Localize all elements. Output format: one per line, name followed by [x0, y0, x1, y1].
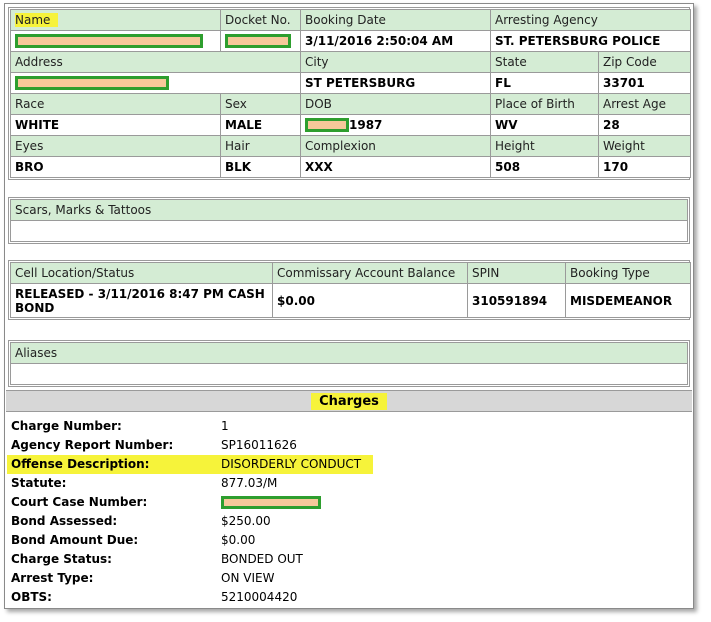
charge-number-value: 1	[221, 419, 229, 433]
charge-number-key: Charge Number:	[11, 419, 122, 433]
commissary-value: $0.00	[272, 283, 468, 318]
charge-row-court-case: Court Case Number:	[11, 493, 681, 512]
statute-value: 877.03/M	[221, 476, 278, 490]
arrest-age-value: 28	[597, 114, 692, 136]
dob-year: 1987	[349, 117, 383, 132]
arrest-type-value: ON VIEW	[221, 571, 275, 585]
charge-row-bond-due: Bond Amount Due: $0.00	[11, 531, 681, 550]
complexion-value: XXX	[300, 156, 491, 178]
arrest-type-key: Arrest Type:	[11, 571, 94, 585]
scars-label: Scars, Marks & Tattoos	[10, 199, 688, 221]
charge-row-bond-assessed: Bond Assessed: $250.00	[11, 512, 681, 531]
hair-value: BLK	[220, 156, 301, 178]
cell-location-value: RELEASED - 3/11/2016 8:47 PM CASH BOND	[10, 283, 273, 318]
redacted-dob	[305, 118, 349, 133]
charge-row-offense: Offense Description: DISORDERLY CONDUCT	[7, 455, 681, 474]
booking-details-table: Name Docket No. Booking Date Arresting A…	[10, 9, 692, 178]
docket-value	[220, 30, 301, 52]
weight-value: 170	[597, 156, 692, 178]
charge-row-agency-report: Agency Report Number: SP16011626	[11, 436, 681, 455]
redacted-docket	[225, 34, 291, 49]
agency-report-value: SP16011626	[221, 438, 297, 452]
agency-report-key: Agency Report Number:	[11, 438, 174, 452]
state-value: FL	[490, 72, 599, 94]
place-of-birth-value: WV	[490, 114, 599, 136]
charge-status-key: Charge Status:	[11, 552, 112, 566]
aliases-table: Aliases	[10, 342, 688, 385]
charges-list: Charge Number: 1 Agency Report Number: S…	[7, 417, 681, 607]
charge-row-number: Charge Number: 1	[11, 417, 681, 436]
city-label: City	[300, 51, 491, 73]
cell-location-label: Cell Location/Status	[10, 262, 273, 284]
aliases-section: Aliases	[8, 340, 690, 387]
charge-status-value: BONDED OUT	[221, 552, 303, 566]
charges-title: Charges	[311, 393, 387, 410]
booking-date-value: 3/11/2016 2:50:04 AM	[300, 30, 491, 52]
redacted-court-case	[221, 496, 321, 509]
eyes-label: Eyes	[10, 135, 221, 157]
dob-value: 1987	[300, 114, 491, 136]
offense-key: Offense Description:	[11, 457, 150, 471]
obts-key: OBTS:	[11, 590, 52, 604]
cell-section: Cell Location/Status Commissary Account …	[8, 260, 691, 320]
arresting-agency-label: Arresting Agency	[489, 9, 692, 31]
aliases-label: Aliases	[10, 342, 688, 364]
name-label: Name	[10, 9, 221, 31]
booking-date-label: Booking Date	[300, 9, 491, 31]
charge-row-status: Charge Status: BONDED OUT	[11, 550, 681, 569]
race-value: WHITE	[10, 114, 221, 136]
zip-label: Zip Code	[597, 51, 692, 73]
booking-record: Name Docket No. Booking Date Arresting A…	[4, 3, 694, 609]
state-label: State	[490, 51, 599, 73]
arrest-age-label: Arrest Age	[597, 93, 692, 115]
commissary-label: Commissary Account Balance	[272, 262, 468, 284]
offense-value: DISORDERLY CONDUCT	[221, 457, 362, 471]
race-label: Race	[10, 93, 221, 115]
zip-value: 33701	[597, 72, 692, 94]
booking-type-label: Booking Type	[565, 262, 691, 284]
court-case-key: Court Case Number:	[11, 495, 148, 509]
place-of-birth-label: Place of Birth	[490, 93, 599, 115]
redacted-name	[15, 34, 203, 49]
charge-row-obts: OBTS: 5210004420	[11, 588, 681, 607]
docket-label: Docket No.	[220, 9, 301, 31]
obts-value: 5210004420	[221, 590, 298, 604]
complexion-label: Complexion	[300, 135, 491, 157]
dob-label: DOB	[300, 93, 491, 115]
booking-type-value: MISDEMEANOR	[565, 283, 691, 318]
spin-value: 310591894	[467, 283, 566, 318]
redacted-address	[15, 76, 169, 91]
bond-due-key: Bond Amount Due:	[11, 533, 139, 547]
name-value	[10, 30, 221, 52]
arresting-agency-value: ST. PETERSBURG POLICE	[489, 30, 692, 52]
charges-header: Charges	[6, 390, 692, 412]
scars-section: Scars, Marks & Tattoos	[8, 197, 690, 244]
eyes-value: BRO	[10, 156, 221, 178]
charge-row-arrest-type: Arrest Type: ON VIEW	[11, 569, 681, 588]
address-label: Address	[10, 51, 301, 73]
bond-assessed-key: Bond Assessed:	[11, 514, 118, 528]
sex-label: Sex	[220, 93, 301, 115]
height-label: Height	[490, 135, 599, 157]
weight-label: Weight	[597, 135, 692, 157]
aliases-value	[10, 363, 688, 385]
spin-label: SPIN	[467, 262, 566, 284]
cell-table: Cell Location/Status Commissary Account …	[10, 262, 691, 318]
city-value: ST PETERSBURG	[300, 72, 491, 94]
scars-table: Scars, Marks & Tattoos	[10, 199, 688, 242]
hair-label: Hair	[220, 135, 301, 157]
booking-details-section: Name Docket No. Booking Date Arresting A…	[8, 7, 692, 180]
bond-assessed-value: $250.00	[221, 514, 271, 528]
height-value: 508	[490, 156, 599, 178]
address-value	[10, 72, 301, 94]
scars-value	[10, 220, 688, 242]
court-case-value	[221, 493, 321, 512]
bond-due-value: $0.00	[221, 533, 256, 547]
statute-key: Statute:	[11, 476, 67, 490]
sex-value: MALE	[220, 114, 301, 136]
charge-row-statute: Statute: 877.03/M	[11, 474, 681, 493]
